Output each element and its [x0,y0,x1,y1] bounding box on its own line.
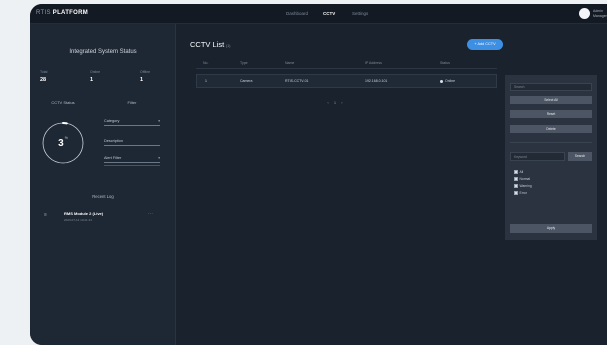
reset-button[interactable]: Reset [510,110,592,118]
column-header-ip[interactable]: IP Address [365,61,382,65]
apply-button[interactable]: Apply [510,224,592,233]
alert-filter-label: Alert Filter [104,156,122,160]
stat-label: Offline [140,70,151,74]
list-icon: ≡ [44,212,47,218]
status-sidebar: Integrated System Status Total 28 Online… [30,24,176,345]
side-panel: Search Select All Reset Delete Keyword S… [505,75,597,240]
status-dot-icon [440,79,443,83]
stat-total: Total 28 [40,70,80,83]
delete-button[interactable]: Delete [510,125,592,133]
description-field[interactable]: Description [104,139,160,146]
item-count: (1) [226,44,231,48]
checkbox-label: All [519,170,524,174]
checkbox-icon [514,170,518,174]
select-all-button[interactable]: Select All [510,96,592,104]
stat-value: 28 [40,77,47,83]
search-input[interactable]: Search [510,83,592,91]
checkbox-error[interactable]: Error [514,191,527,195]
checkbox-label: Error [519,191,527,195]
column-header-status[interactable]: Status [440,61,450,65]
cell-type: Camera [240,79,253,83]
divider [510,142,592,143]
alert-filter-select[interactable]: Alert Filter ▾ [104,156,160,163]
status-text: Online [445,79,456,83]
gauge-label: 3 % [40,120,86,166]
nav-item-dashboard[interactable]: Dashboard [286,11,308,16]
page-number[interactable]: 1 [334,100,336,105]
search-button[interactable]: Search [568,152,592,161]
recent-log-title: Recent Log [92,194,114,199]
checkbox-icon [514,184,518,188]
table-header-divider [196,68,497,69]
checkbox-icon [514,177,518,181]
user-avatar-icon[interactable] [579,8,590,19]
logo[interactable]: RTIS PLATFORM [36,10,88,16]
column-header-type[interactable]: Type [240,61,248,65]
nav-item-settings[interactable]: Settings [352,11,368,16]
column-header-name[interactable]: Name [285,61,294,65]
category-select[interactable]: Category ▾ [104,119,160,126]
column-header-no[interactable]: No. [203,61,208,65]
category-label: Category [104,119,120,123]
cell-ip: 192.168.0.101 [365,79,388,83]
log-item-title[interactable]: RMS Module 2 (Live) [64,211,103,216]
nav-item-cctv[interactable]: CCTV [323,11,335,16]
prev-page-button[interactable]: ‹ [327,100,328,105]
description-label: Description [104,139,123,143]
log-item-time: 2023-07-12 10:21:44 [64,218,92,222]
checkbox-normal[interactable]: Normal [514,177,530,181]
gauge-heading: CCTV Status [51,100,75,105]
checkbox-label: Warning [519,184,532,188]
chevron-down-icon: ▾ [158,156,160,160]
chevron-down-icon: ▾ [158,119,160,123]
add-cctv-button[interactable]: + Add CCTV [467,39,503,50]
stat-online: Online 1 [90,70,130,83]
keyword-input[interactable]: Keyword [510,152,565,161]
user-info[interactable]: Admin Manager [593,9,607,18]
app-window: RTIS PLATFORM Dashboard CCTV Settings Adm… [30,4,607,345]
next-page-button[interactable]: › [341,100,342,105]
stat-value: 1 [140,77,144,83]
logo-name: PLATFORM [52,10,89,16]
page-title: CCTV List (1) [190,40,230,49]
page-title-text: CCTV List [190,40,225,49]
stat-value: 1 [90,77,94,83]
checkbox-label: Normal [519,177,531,181]
top-bar: RTIS PLATFORM Dashboard CCTV Settings Adm… [30,4,607,24]
stat-label: Total [40,70,48,74]
cell-name: RTIS-CCTV-01 [285,79,309,83]
user-role: Manager [593,13,607,18]
gauge-value: 3 [58,137,64,149]
sidebar-title: Integrated System Status [69,49,137,55]
filter-heading: Filter [127,100,137,105]
checkbox-icon [514,191,518,195]
stat-offline: Offline 1 [140,70,180,83]
logo-prefix: RTIS [36,10,51,16]
checkbox-all[interactable]: All [514,170,523,174]
gauge-unit: % [64,136,68,140]
checkbox-warning[interactable]: Warning [514,184,532,188]
cell-status: Online [440,79,455,83]
divider [104,165,160,166]
cell-no: 1 [205,79,207,83]
stat-label: Online [90,70,101,74]
more-icon[interactable]: ⋯ [148,211,153,217]
pagination: ‹ 1 › [315,100,355,105]
